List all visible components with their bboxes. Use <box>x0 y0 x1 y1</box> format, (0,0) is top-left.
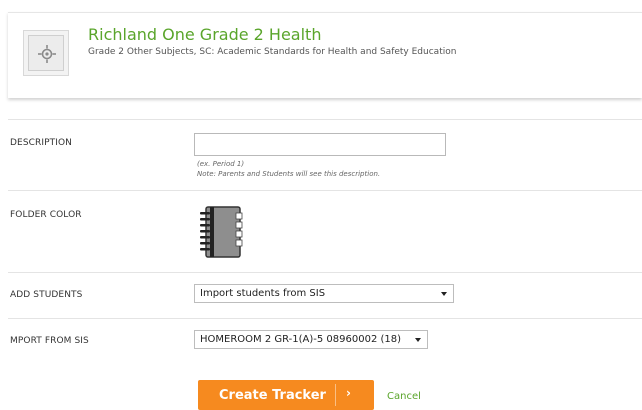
dropdown-arrow-icon <box>415 338 421 342</box>
import-from-sis-select[interactable]: HOMEROOM 2 GR-1(A)-5 08960002 (18) <box>194 330 428 349</box>
cancel-link[interactable]: Cancel <box>387 391 421 402</box>
course-header: Richland One Grade 2 Health Grade 2 Othe… <box>8 12 642 98</box>
description-label: DESCRIPTION <box>10 138 73 148</box>
folder-binder-icon[interactable] <box>198 205 243 259</box>
import-from-sis-selected: HOMEROOM 2 GR-1(A)-5 08960002 (18) <box>200 334 402 345</box>
create-tracker-label: Create Tracker <box>219 388 326 403</box>
description-hint-note: Note: Parents and Students will see this… <box>197 170 381 178</box>
button-separator <box>335 384 336 406</box>
description-input[interactable] <box>194 133 446 156</box>
row-divider <box>8 272 642 273</box>
row-divider <box>8 318 642 319</box>
course-subtitle: Grade 2 Other Subjects, SC: Academic Sta… <box>88 47 457 57</box>
chevron-right-icon: › <box>346 386 351 400</box>
add-students-selected: Import students from SIS <box>200 288 326 299</box>
row-divider <box>8 119 642 120</box>
add-students-select[interactable]: Import students from SIS <box>194 284 454 303</box>
add-students-label: ADD STUDENTS <box>10 290 83 300</box>
course-gear-icon <box>23 30 69 76</box>
row-divider <box>8 190 642 191</box>
dropdown-arrow-icon <box>441 292 447 296</box>
description-hint-example: (ex. Period 1) <box>197 160 245 168</box>
import-from-sis-label: MPORT FROM SIS <box>10 336 89 346</box>
create-tracker-button[interactable]: Create Tracker › <box>198 380 374 410</box>
folder-color-label: FOLDER COLOR <box>10 210 82 220</box>
course-title: Richland One Grade 2 Health <box>88 25 322 44</box>
